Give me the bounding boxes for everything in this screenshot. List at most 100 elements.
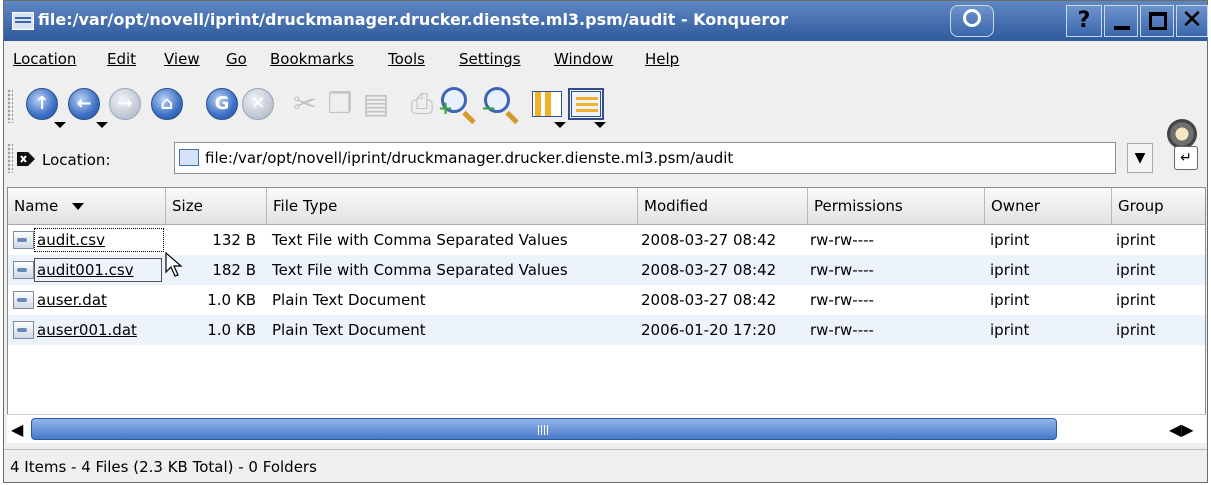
column-group[interactable]: Group	[1112, 188, 1205, 224]
scrollbar-thumb[interactable]	[31, 418, 1057, 440]
file-permissions: rw-rw----	[810, 291, 874, 309]
home-icon[interactable]: ⌂	[151, 88, 183, 120]
clear-location-icon[interactable]	[16, 150, 36, 168]
scroll-left-right-icon[interactable]: ◀▶	[1169, 420, 1194, 439]
file-name[interactable]: audit.csv	[37, 225, 105, 255]
mouse-cursor-icon	[165, 252, 183, 277]
print-icon[interactable]: ⎙	[406, 88, 438, 120]
menu-bar: Location Edit View Go Bookmarks Tools Se…	[4, 47, 1207, 71]
up-icon[interactable]: ↑	[26, 88, 58, 120]
file-icon	[13, 231, 34, 249]
forward-icon[interactable]: →	[109, 88, 141, 120]
horizontal-scrollbar[interactable]: ◀ ◀▶	[7, 414, 1206, 443]
close-button[interactable]: ✕	[1176, 5, 1208, 37]
icon-view-dropdown-arrow[interactable]	[554, 122, 566, 128]
menu-view[interactable]: View	[164, 50, 200, 68]
column-size[interactable]: Size	[166, 188, 267, 224]
window-title: file:/var/opt/novell/iprint/druckmanager…	[38, 10, 789, 29]
location-label: Location:	[42, 151, 111, 169]
location-toolbar: Location: file:/var/opt/novell/iprint/dr…	[4, 139, 1207, 179]
table-row[interactable]: auser.dat 1.0 KB Plain Text Document 200…	[8, 285, 1205, 315]
menu-window[interactable]: Window	[554, 50, 613, 68]
konqueror-window: file:/var/opt/novell/iprint/druckmanager…	[3, 0, 1208, 483]
file-owner: iprint	[990, 291, 1030, 309]
file-modified: 2008-03-27 08:42	[641, 261, 777, 279]
window-app-icon[interactable]	[12, 12, 34, 30]
menu-help[interactable]: Help	[645, 50, 679, 68]
menu-bookmarks[interactable]: Bookmarks	[270, 50, 354, 68]
file-name[interactable]: auser.dat	[37, 285, 107, 315]
title-bar[interactable]: file:/var/opt/novell/iprint/druckmanager…	[4, 1, 1208, 41]
sort-descending-icon	[72, 203, 85, 210]
file-owner: iprint	[990, 231, 1030, 249]
help-button[interactable]: ?	[1066, 5, 1102, 37]
file-group: iprint	[1116, 321, 1156, 339]
location-value: file:/var/opt/novell/iprint/druckmanager…	[205, 149, 734, 167]
file-name[interactable]: audit001.csv	[37, 255, 134, 285]
file-size: 182 B	[212, 261, 256, 279]
reload-icon[interactable]: G	[206, 88, 238, 120]
main-toolbar: ↑ ← → ⌂ G ✕ ✂ ❐ ▤ ⎙ + −	[4, 83, 1207, 133]
location-input[interactable]: file:/var/opt/novell/iprint/druckmanager…	[174, 142, 1116, 174]
swirl-icon	[963, 9, 981, 27]
file-size: 1.0 KB	[207, 321, 256, 339]
file-modified: 2008-03-27 08:42	[641, 231, 777, 249]
detailed-list-view-icon[interactable]	[568, 88, 604, 120]
minimize-button[interactable]	[1104, 5, 1138, 37]
column-permissions[interactable]: Permissions	[808, 188, 985, 224]
zoom-in-icon[interactable]: +	[438, 87, 467, 118]
icon-view-icon[interactable]	[532, 91, 562, 117]
location-toolbar-grip[interactable]	[7, 143, 13, 173]
file-type: Plain Text Document	[272, 321, 426, 339]
up-dropdown-arrow[interactable]	[54, 122, 66, 128]
folder-icon	[179, 149, 199, 166]
cut-icon[interactable]: ✂	[289, 88, 321, 120]
file-group: iprint	[1116, 291, 1156, 309]
file-group: iprint	[1116, 261, 1156, 279]
copy-icon[interactable]: ❐	[324, 88, 356, 120]
column-owner[interactable]: Owner	[985, 188, 1112, 224]
file-type: Text File with Comma Separated Values	[272, 231, 568, 249]
file-owner: iprint	[990, 261, 1030, 279]
column-header: Name Size File Type Modified Permissions…	[8, 188, 1205, 225]
status-bar: 4 Items - 4 Files (2.3 KB Total) - 0 Fol…	[4, 449, 1207, 484]
toolbar-grip[interactable]	[7, 89, 13, 123]
back-dropdown-arrow[interactable]	[96, 122, 108, 128]
file-size: 1.0 KB	[207, 291, 256, 309]
file-group: iprint	[1116, 231, 1156, 249]
menu-settings[interactable]: Settings	[459, 50, 521, 68]
file-icon	[13, 291, 34, 309]
file-type: Plain Text Document	[272, 291, 426, 309]
table-row[interactable]: audit.csv 132 B Text File with Comma Sep…	[8, 225, 1205, 255]
file-permissions: rw-rw----	[810, 261, 874, 279]
menu-edit[interactable]: Edit	[107, 50, 136, 68]
table-row[interactable]: audit001.csv 182 B Text File with Comma …	[8, 255, 1205, 285]
menu-tools[interactable]: Tools	[388, 50, 425, 68]
column-modified[interactable]: Modified	[638, 188, 808, 224]
file-list-view[interactable]: Name Size File Type Modified Permissions…	[7, 187, 1206, 443]
file-icon	[13, 261, 34, 279]
menu-location[interactable]: Location	[13, 50, 76, 68]
file-modified: 2006-01-20 17:20	[641, 321, 777, 339]
stop-icon[interactable]: ✕	[242, 88, 274, 120]
status-text: 4 Items - 4 Files (2.3 KB Total) - 0 Fol…	[10, 458, 317, 476]
window-menu-button[interactable]	[950, 5, 994, 37]
file-owner: iprint	[990, 321, 1030, 339]
file-name[interactable]: auser001.dat	[37, 315, 137, 345]
go-button[interactable]: ↵	[1174, 146, 1198, 170]
back-icon[interactable]: ←	[68, 88, 100, 120]
file-size: 132 B	[212, 231, 256, 249]
zoom-out-icon[interactable]: −	[481, 87, 510, 118]
table-row[interactable]: auser001.dat 1.0 KB Plain Text Document …	[8, 315, 1205, 345]
menu-go[interactable]: Go	[226, 50, 247, 68]
maximize-button[interactable]	[1140, 5, 1174, 37]
file-permissions: rw-rw----	[810, 321, 874, 339]
scroll-left-icon[interactable]: ◀	[11, 420, 23, 439]
file-modified: 2008-03-27 08:42	[641, 291, 777, 309]
file-type: Text File with Comma Separated Values	[272, 261, 568, 279]
column-file-type[interactable]: File Type	[267, 188, 638, 224]
detail-view-dropdown-arrow[interactable]	[594, 122, 606, 128]
paste-icon[interactable]: ▤	[360, 88, 392, 120]
column-name[interactable]: Name	[8, 188, 166, 224]
location-dropdown-button[interactable]: ▼	[1127, 143, 1153, 173]
